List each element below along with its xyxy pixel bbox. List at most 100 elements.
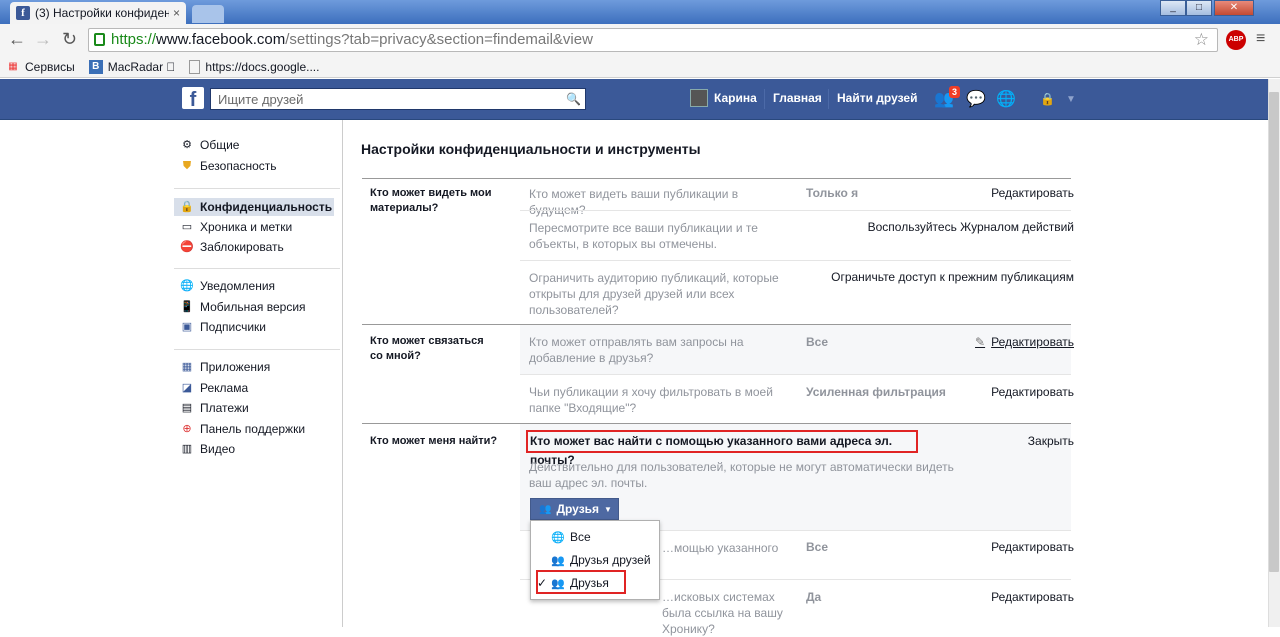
mobile-icon: 📱 bbox=[180, 301, 194, 313]
dropdown-option-friends-of-friends[interactable]: 👥 Друзья друзей bbox=[551, 553, 651, 567]
setting-question: Ограничить аудиторию публикаций, которые… bbox=[529, 271, 779, 317]
lock-icon: 🔒 bbox=[180, 201, 194, 213]
activity-log-link[interactable]: Воспользуйтесь Журналом действий bbox=[868, 220, 1074, 234]
ads-icon: ◪ bbox=[181, 382, 193, 394]
sidebar-item-video[interactable]: ▥ Видео bbox=[180, 442, 235, 456]
adblock-icon[interactable]: ABP bbox=[1226, 30, 1246, 50]
dropdown-option-everyone[interactable]: 🌐 Все bbox=[551, 530, 591, 544]
section-label-who-can-see: Кто может видеть мои материалы? bbox=[370, 187, 492, 214]
setting-value: Только я bbox=[806, 186, 859, 200]
limit-past-posts-link[interactable]: Ограничьте доступ к прежним публикациям bbox=[831, 270, 1074, 284]
sidebar-item-mobile[interactable]: 📱 Мобильная версия bbox=[180, 300, 305, 314]
row-divider bbox=[520, 210, 1071, 211]
facebook-logo-icon[interactable]: f bbox=[182, 87, 204, 111]
left-column bbox=[0, 120, 342, 627]
sidebar-item-timeline[interactable]: ▭ Хроника и метки bbox=[180, 220, 292, 234]
tab-title: (3) Настройки конфиденц bbox=[35, 6, 169, 20]
edit-link[interactable]: Редактировать bbox=[991, 186, 1074, 200]
avatar[interactable] bbox=[690, 89, 708, 107]
sidebar-item-block[interactable]: ⛔ Заблокировать bbox=[180, 240, 284, 254]
sidebar-divider bbox=[174, 349, 340, 350]
edit-link[interactable]: Редактировать bbox=[991, 385, 1074, 399]
timeline-icon: ▭ bbox=[181, 221, 193, 233]
window-close-button[interactable]: ✕ bbox=[1214, 0, 1254, 16]
home-link[interactable]: Главная bbox=[773, 91, 822, 105]
section-label-who-can-find: Кто может меня найти? bbox=[370, 435, 498, 447]
search-input[interactable]: Ищите друзей bbox=[210, 88, 586, 110]
sidebar-item-general[interactable]: ⚙ Общие bbox=[180, 138, 239, 152]
privacy-shortcuts-icon[interactable]: 🔒 bbox=[1040, 92, 1055, 106]
setting-value: Усиленная фильтрация bbox=[806, 385, 946, 399]
bookmark-services[interactable]: ▦ Сервисы bbox=[6, 60, 74, 74]
maximize-button[interactable]: □ bbox=[1186, 0, 1212, 16]
chevron-down-icon: ▼ bbox=[604, 504, 612, 514]
gear-icon: ⚙ bbox=[182, 139, 192, 151]
section-label-who-can-contact: Кто может связаться со мной? bbox=[370, 335, 484, 362]
notifications-globe-icon[interactable]: 🌐 bbox=[996, 89, 1016, 109]
minimize-button[interactable]: _ bbox=[1160, 0, 1186, 16]
new-tab-button[interactable] bbox=[192, 5, 224, 23]
profile-link[interactable]: Карина bbox=[714, 91, 757, 105]
bookmark-macradar[interactable]: BMacRadar  bbox=[88, 59, 175, 74]
bookmark-star-icon[interactable]: ☆ bbox=[1194, 29, 1209, 51]
setting-question: Кто может отправлять вам запросы на доба… bbox=[529, 335, 744, 365]
chrome-menu-icon[interactable]: ≡ bbox=[1256, 30, 1265, 48]
row-divider bbox=[520, 374, 1071, 375]
edit-link[interactable]: Редактировать bbox=[991, 590, 1074, 604]
sidebar-item-apps[interactable]: ▦ Приложения bbox=[180, 360, 270, 374]
page-title: Настройки конфиденциальности и инструмен… bbox=[361, 141, 701, 157]
rss-icon: ▣ bbox=[181, 321, 193, 333]
row-divider bbox=[520, 260, 1071, 261]
globe-icon: 🌐 bbox=[180, 280, 194, 292]
edit-link[interactable]: Редактировать bbox=[991, 540, 1074, 554]
sidebar-item-ads[interactable]: ◪ Реклама bbox=[180, 381, 248, 395]
sidebar-item-security[interactable]: ⛊ Безопасность bbox=[180, 159, 277, 173]
pencil-icon: ✎ bbox=[975, 335, 986, 349]
lock-icon bbox=[94, 33, 105, 46]
sidebar-item-notifications[interactable]: 🌐 Уведомления bbox=[180, 279, 275, 293]
tab-close-icon[interactable]: × bbox=[173, 6, 180, 20]
facebook-favicon-icon: f bbox=[16, 6, 30, 20]
account-menu-chevron-down-icon[interactable]: ▼ bbox=[1066, 94, 1076, 105]
setting-question: Пересмотрите все ваши публикации и те об… bbox=[529, 221, 758, 251]
apps-grid-icon: ▦ bbox=[8, 60, 18, 72]
browser-toolbar: ← → ↻ https://www.facebook.com/settings?… bbox=[0, 24, 1280, 56]
address-bar[interactable]: https://www.facebook.com/settings?tab=pr… bbox=[88, 28, 1218, 52]
setting-value: Да bbox=[806, 590, 822, 604]
search-icon[interactable]: 🔍 bbox=[566, 92, 581, 106]
globe-icon: 🌐 bbox=[551, 531, 565, 544]
sidebar-item-followers[interactable]: ▣ Подписчики bbox=[180, 320, 266, 334]
reload-icon[interactable]: ↻ bbox=[62, 30, 77, 48]
forward-icon[interactable]: → bbox=[34, 30, 52, 48]
url-scheme: https:// bbox=[111, 31, 157, 48]
check-icon: ✓ bbox=[537, 576, 548, 590]
browser-tab-active[interactable]: f (3) Настройки конфиденц × bbox=[10, 2, 186, 24]
support-icon: ⊕ bbox=[182, 423, 192, 435]
page-icon bbox=[189, 59, 201, 74]
friends-of-friends-icon: 👥 bbox=[551, 554, 565, 567]
section-divider bbox=[362, 178, 1071, 179]
block-icon: ⛔ bbox=[180, 241, 194, 253]
scrollbar-thumb[interactable] bbox=[1269, 92, 1279, 572]
apps-icon: ▦ bbox=[181, 361, 193, 373]
sidebar-item-support[interactable]: ⊕ Панель поддержки bbox=[180, 422, 305, 436]
facebook-header: f Ищите друзей Карина Главная Найти друз… bbox=[0, 79, 1268, 120]
messages-icon[interactable]: 💬 bbox=[966, 89, 986, 109]
nav-divider bbox=[764, 89, 765, 109]
shield-icon: ⛊ bbox=[182, 160, 192, 172]
setting-question: Кто может видеть ваши публикации в будущ… bbox=[529, 187, 739, 217]
close-link[interactable]: Закрыть bbox=[1028, 434, 1074, 448]
edit-link[interactable]: ✎ Редактировать bbox=[975, 335, 1074, 349]
sidebar-item-payments[interactable]: ▤ Платежи bbox=[180, 401, 249, 415]
expanded-setting-question: Кто может вас найти с помощью указанного… bbox=[526, 430, 918, 467]
sidebar-divider bbox=[174, 188, 340, 189]
audience-selector-button[interactable]: 👥 Друзья ▼ bbox=[530, 498, 619, 520]
friends-icon: 👥 bbox=[539, 503, 552, 515]
url-path: /settings?tab=privacy&section=findemail&… bbox=[285, 31, 593, 48]
bookmarks-bar: ▦Сервисы BMacRadar  https://docs.google… bbox=[0, 56, 1280, 78]
sidebar-item-privacy[interactable]: 🔒 Конфиденциальность bbox=[174, 198, 334, 216]
bookmark-docs[interactable]: https://docs.google.... bbox=[189, 59, 319, 74]
video-icon: ▥ bbox=[181, 443, 193, 455]
back-icon[interactable]: ← bbox=[8, 30, 26, 48]
find-friends-link[interactable]: Найти друзей bbox=[837, 91, 917, 105]
